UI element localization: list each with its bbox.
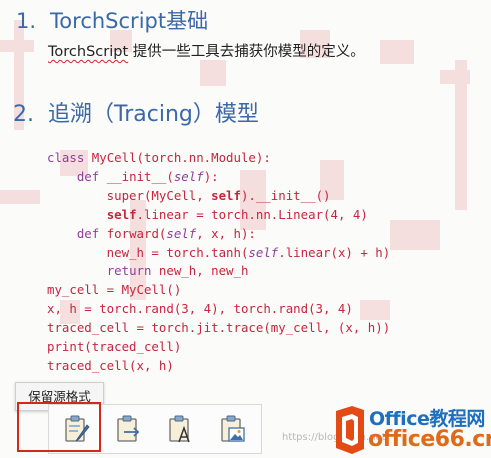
- code-line: def __init__(self):: [76, 168, 219, 184]
- paste-as-picture-button[interactable]: [214, 411, 250, 447]
- logo-text-line2: office66.cn: [368, 427, 491, 452]
- highlight-box: [17, 402, 101, 452]
- section-title: 追溯（Tracing）模型: [48, 102, 259, 127]
- code-line: my_cell = MyCell(): [47, 282, 182, 298]
- paste-text-icon: [169, 415, 190, 443]
- code-line: def forward(self, x, h):: [76, 225, 256, 241]
- section-number: 1.: [16, 9, 37, 33]
- code-line: new_h = torch.tanh(self.linear(x) + h): [47, 244, 391, 260]
- code-line: super(MyCell, self).__init__(): [47, 187, 331, 203]
- section-number: 2.: [13, 102, 34, 127]
- section-title: TorchScript基础: [50, 9, 209, 33]
- code-line: class MyCell(torch.nn.Module):: [47, 150, 271, 165]
- paragraph: TorchScript 提供一些工具去捕获你模型的定义。: [48, 40, 365, 61]
- paste-picture-icon: [221, 415, 245, 442]
- section-heading-2: 2. 追溯（Tracing）模型: [13, 96, 259, 128]
- keep-text-only-button[interactable]: [162, 411, 198, 447]
- merge-formatting-button[interactable]: [110, 411, 146, 447]
- code-block: class MyCell(torch.nn.Module): def __ini…: [47, 149, 390, 376]
- code-line: x, h = torch.rand(3, 4), torch.rand(3, 4…: [47, 301, 353, 317]
- spellcheck-term: TorchScript: [48, 44, 129, 60]
- paragraph-text: 提供一些工具去捕获你模型的定义。: [128, 44, 365, 60]
- code-line: self.linear = torch.nn.Linear(4, 4): [106, 206, 368, 222]
- paste-arrow-icon: [117, 415, 140, 442]
- code-line: print(traced_cell): [47, 339, 182, 355]
- code-line: return new_h, new_h: [106, 263, 249, 279]
- section-heading-1: 1. TorchScript基础: [16, 5, 208, 35]
- code-line: traced_cell = torch.jit.trace(my_cell, (…: [47, 320, 391, 336]
- code-line: traced_cell(x, h): [47, 357, 174, 373]
